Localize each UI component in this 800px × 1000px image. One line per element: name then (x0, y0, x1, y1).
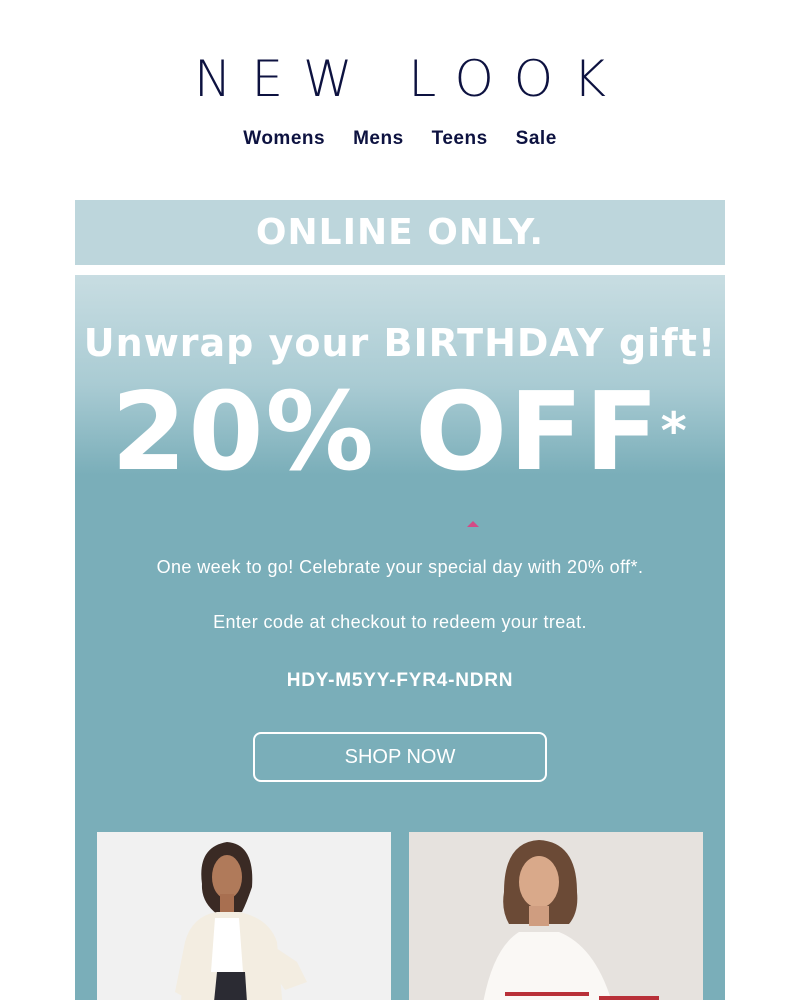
product-image-cream-cardigan[interactable] (97, 832, 391, 1000)
main-nav: Womens Mens Teens Sale (0, 128, 800, 150)
offer-description: One week to go! Celebrate your special d… (156, 557, 644, 577)
nav-item-sale[interactable]: Sale (516, 128, 557, 150)
offer-text: 20% OFF (111, 370, 661, 495)
model-cardigan-illustration (97, 832, 391, 1000)
nav-item-womens[interactable]: Womens (243, 128, 325, 150)
product-image-striped-jumper[interactable] (409, 832, 703, 1000)
brand-logo[interactable]: NEW LOOK (0, 52, 800, 106)
hero-headline: Unwrap your BIRTHDAY gift! (83, 321, 717, 365)
model-jumper-illustration (409, 832, 703, 1000)
shop-now-button[interactable]: SHOP NOW (253, 732, 547, 782)
discount-code: HDY-M5YY-FYR4-NDRN (286, 670, 514, 691)
decorative-confetti-icon (467, 521, 479, 527)
nav-item-teens[interactable]: Teens (432, 128, 488, 150)
nav-item-mens[interactable]: Mens (353, 128, 404, 150)
birthday-offer-hero: Unwrap your BIRTHDAY gift! 20% OFF* One … (75, 275, 725, 1000)
redeem-instruction: Enter code at checkout to redeem your tr… (213, 612, 587, 632)
online-only-banner: ONLINE ONLY. (75, 200, 725, 265)
offer-percentage: 20% OFF* (75, 373, 725, 493)
offer-asterisk: * (660, 402, 689, 460)
divider (75, 265, 725, 275)
